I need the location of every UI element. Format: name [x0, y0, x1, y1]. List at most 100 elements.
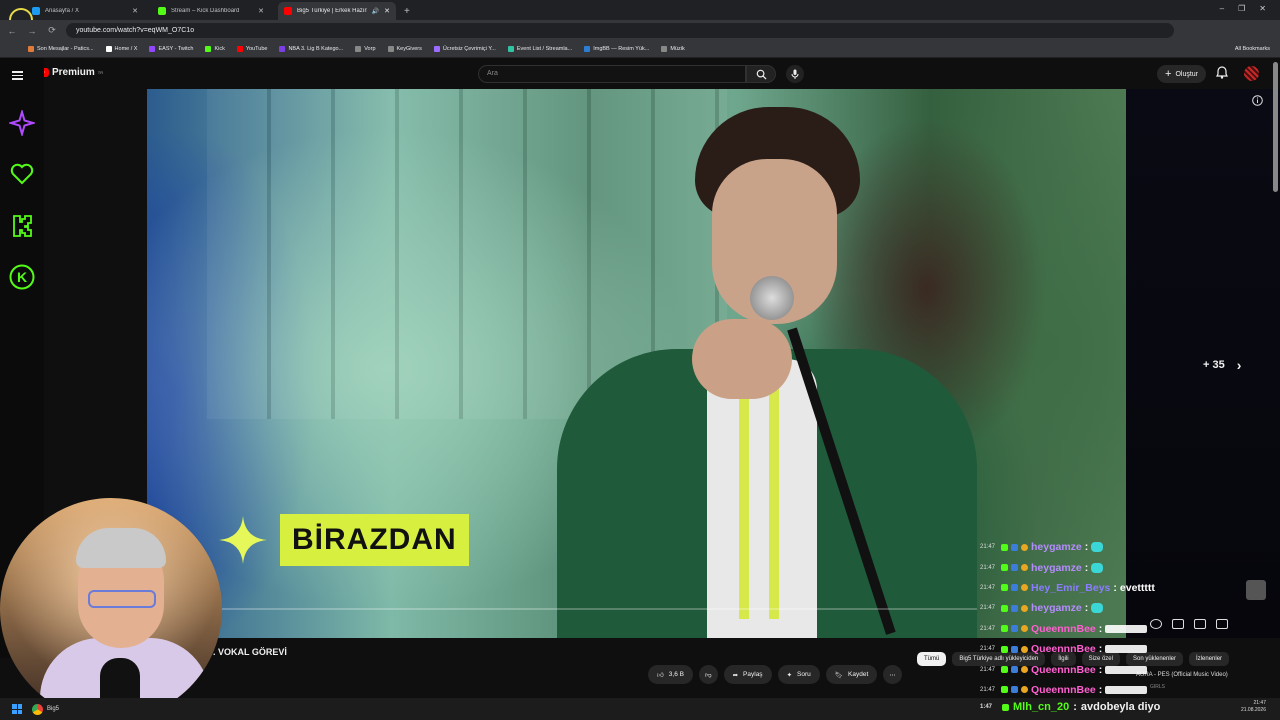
bookmark-item[interactable]: YouTube — [236, 46, 267, 52]
chat-separator: : — [1084, 602, 1089, 615]
bookmark-item[interactable]: Event List / Streamla... — [507, 46, 572, 52]
bookmark-item[interactable]: Home / X — [105, 46, 137, 52]
info-icon[interactable] — [1252, 95, 1263, 106]
browser-tab[interactable]: Stream – Kick Dashboard ✕ — [152, 2, 270, 20]
more-actions-button[interactable]: ⋯ — [883, 665, 902, 684]
close-tab-icon[interactable]: ✕ — [132, 7, 138, 15]
video-progress-bar[interactable] — [147, 608, 977, 610]
kick-logo-icon[interactable] — [8, 212, 36, 240]
chat-row: 21:47 QueennnBee: — [980, 659, 1180, 679]
taskbar-chrome-label: Big5 — [47, 706, 60, 712]
subscriber-badge-icon — [1011, 584, 1018, 592]
chat-emote-icon — [1091, 603, 1104, 614]
close-tab-icon[interactable]: ✕ — [384, 7, 390, 15]
new-tab-button[interactable]: + — [404, 6, 410, 17]
save-button[interactable]: 🔖︎ Kaydet — [825, 665, 878, 684]
sparkle-outline-icon[interactable] — [8, 109, 36, 137]
account-avatar[interactable] — [1244, 66, 1259, 81]
video-title: . VOKAL GÖREVİ — [213, 647, 287, 657]
bookmark-item[interactable]: Ücretsiz Çevrimiçi Y... — [433, 46, 496, 52]
search-placeholder: Ara — [487, 70, 498, 77]
subscriber-badge-icon — [1011, 666, 1018, 674]
notifications-bell-icon[interactable] — [1216, 66, 1228, 79]
chat-time: 21:47 — [980, 686, 996, 693]
chat-row: 21:47 heygamze: — [980, 537, 1180, 557]
system-tray-clock[interactable]: 21:47 21.08.2026 — [1241, 700, 1266, 714]
back-icon[interactable]: ← — [6, 26, 18, 36]
kick-badge-icon — [1001, 564, 1008, 572]
chrome-icon — [32, 703, 43, 715]
chat-separator: : — [1113, 581, 1117, 594]
chat-row: 21:47 heygamze: — [980, 598, 1180, 618]
menu-icon[interactable] — [12, 69, 23, 82]
close-window-icon[interactable]: ✕ — [1259, 4, 1266, 13]
dislike-button[interactable]: 👎︎ — [698, 665, 718, 684]
close-tab-icon[interactable]: ✕ — [258, 7, 264, 15]
webcam-hair — [76, 528, 166, 568]
ask-button[interactable]: ✦ Soru — [777, 665, 820, 684]
clock-date: 21.08.2026 — [1240, 707, 1266, 713]
bookmark-item[interactable]: NBA 3. Lig B Katego... — [279, 46, 343, 52]
speaker-icon[interactable]: 🔊 — [372, 8, 379, 15]
kick-badge-icon — [1001, 543, 1008, 551]
cast-icon[interactable] — [1194, 619, 1206, 629]
bookmark-icon — [105, 46, 112, 52]
bookmark-item[interactable]: Son Mesajlar - Patics... — [28, 46, 94, 52]
more-dots-icon: ⋯ — [889, 671, 896, 679]
chat-separator: : — [1084, 541, 1089, 554]
sparkle-star-icon — [219, 516, 267, 564]
share-icon: ➦ — [732, 671, 739, 679]
create-button[interactable]: + Oluştur — [1157, 65, 1206, 83]
folder-icon — [661, 46, 668, 52]
browser-tab-active[interactable]: Big5 Türkiye | Erkek Hazırlı 🔊 ✕ — [278, 2, 396, 20]
forward-icon[interactable]: → — [26, 26, 38, 36]
bookmark-item[interactable]: EASY - Twitch — [149, 46, 193, 52]
share-button[interactable]: ➦ Paylaş — [723, 665, 772, 684]
chat-time: 21:47 — [980, 625, 996, 632]
folder-icon — [387, 46, 394, 52]
logo-text: Premium — [52, 67, 95, 78]
minimize-icon[interactable]: – — [1220, 4, 1224, 13]
like-button[interactable]: 👍︎ 3,6 B — [648, 665, 693, 684]
chat-time: 21:47 — [980, 605, 996, 612]
bookmark-item[interactable]: KeyGivers — [387, 46, 422, 52]
windows-start-icon[interactable] — [12, 704, 22, 714]
bookmark-item[interactable]: Müzik — [661, 46, 685, 52]
kick-badge-icon — [1001, 625, 1008, 633]
kick-badge-icon — [1001, 584, 1008, 592]
voice-search-button[interactable] — [786, 65, 804, 83]
restore-icon[interactable]: ❐ — [1238, 4, 1245, 13]
bookmark-label: Vorp — [364, 46, 376, 52]
webcam-overlay — [0, 498, 222, 720]
search-button[interactable] — [746, 65, 776, 83]
fullscreen-icon[interactable] — [1216, 619, 1228, 629]
more-videos-button[interactable]: + 35 › — [1203, 357, 1241, 373]
bookmark-item[interactable]: Kick — [205, 46, 225, 52]
kick-circle-icon[interactable]: K — [8, 263, 36, 291]
tab-title: Stream – Kick Dashboard — [171, 8, 240, 14]
chat-user: QueennnBee — [1031, 622, 1096, 635]
chat-redacted — [1105, 624, 1148, 633]
subscriber-badge-icon — [1011, 686, 1018, 694]
bookmark-item[interactable]: ImgBB — Resim Yük... — [584, 46, 649, 52]
bookmark-label: KeyGivers — [396, 46, 422, 52]
url-input[interactable]: youtube.com/watch?v=eqWM_O7C1o — [66, 23, 1174, 38]
search-input[interactable]: Ara — [478, 65, 746, 83]
reload-icon[interactable]: ⟳ — [46, 25, 58, 36]
browser-tab[interactable]: Anasayfa / X ✕ — [26, 2, 144, 20]
heart-icon[interactable] — [8, 160, 36, 188]
youtube-header: Premium TR Ara + Oluştur — [0, 58, 1280, 89]
youtube-logo[interactable]: Premium TR — [36, 67, 103, 78]
subscriber-badge-icon — [1011, 543, 1018, 551]
bookmark-item[interactable]: Vorp — [355, 46, 376, 52]
chip-all[interactable]: Tümü — [917, 652, 947, 666]
page-scrollbar[interactable] — [1273, 62, 1278, 192]
chip-watched[interactable]: İzlenenler — [1189, 652, 1230, 666]
chat-redacted — [1105, 665, 1148, 674]
chat-time: 1:47 — [980, 704, 993, 710]
all-bookmarks-button[interactable]: All Bookmarks — [1235, 46, 1270, 52]
stream-widget-icon — [1246, 580, 1266, 600]
taskbar-chrome[interactable]: Big5 — [32, 703, 60, 715]
chat-time: 21:47 — [980, 564, 996, 571]
clock-time: 21:47 — [1253, 700, 1266, 706]
